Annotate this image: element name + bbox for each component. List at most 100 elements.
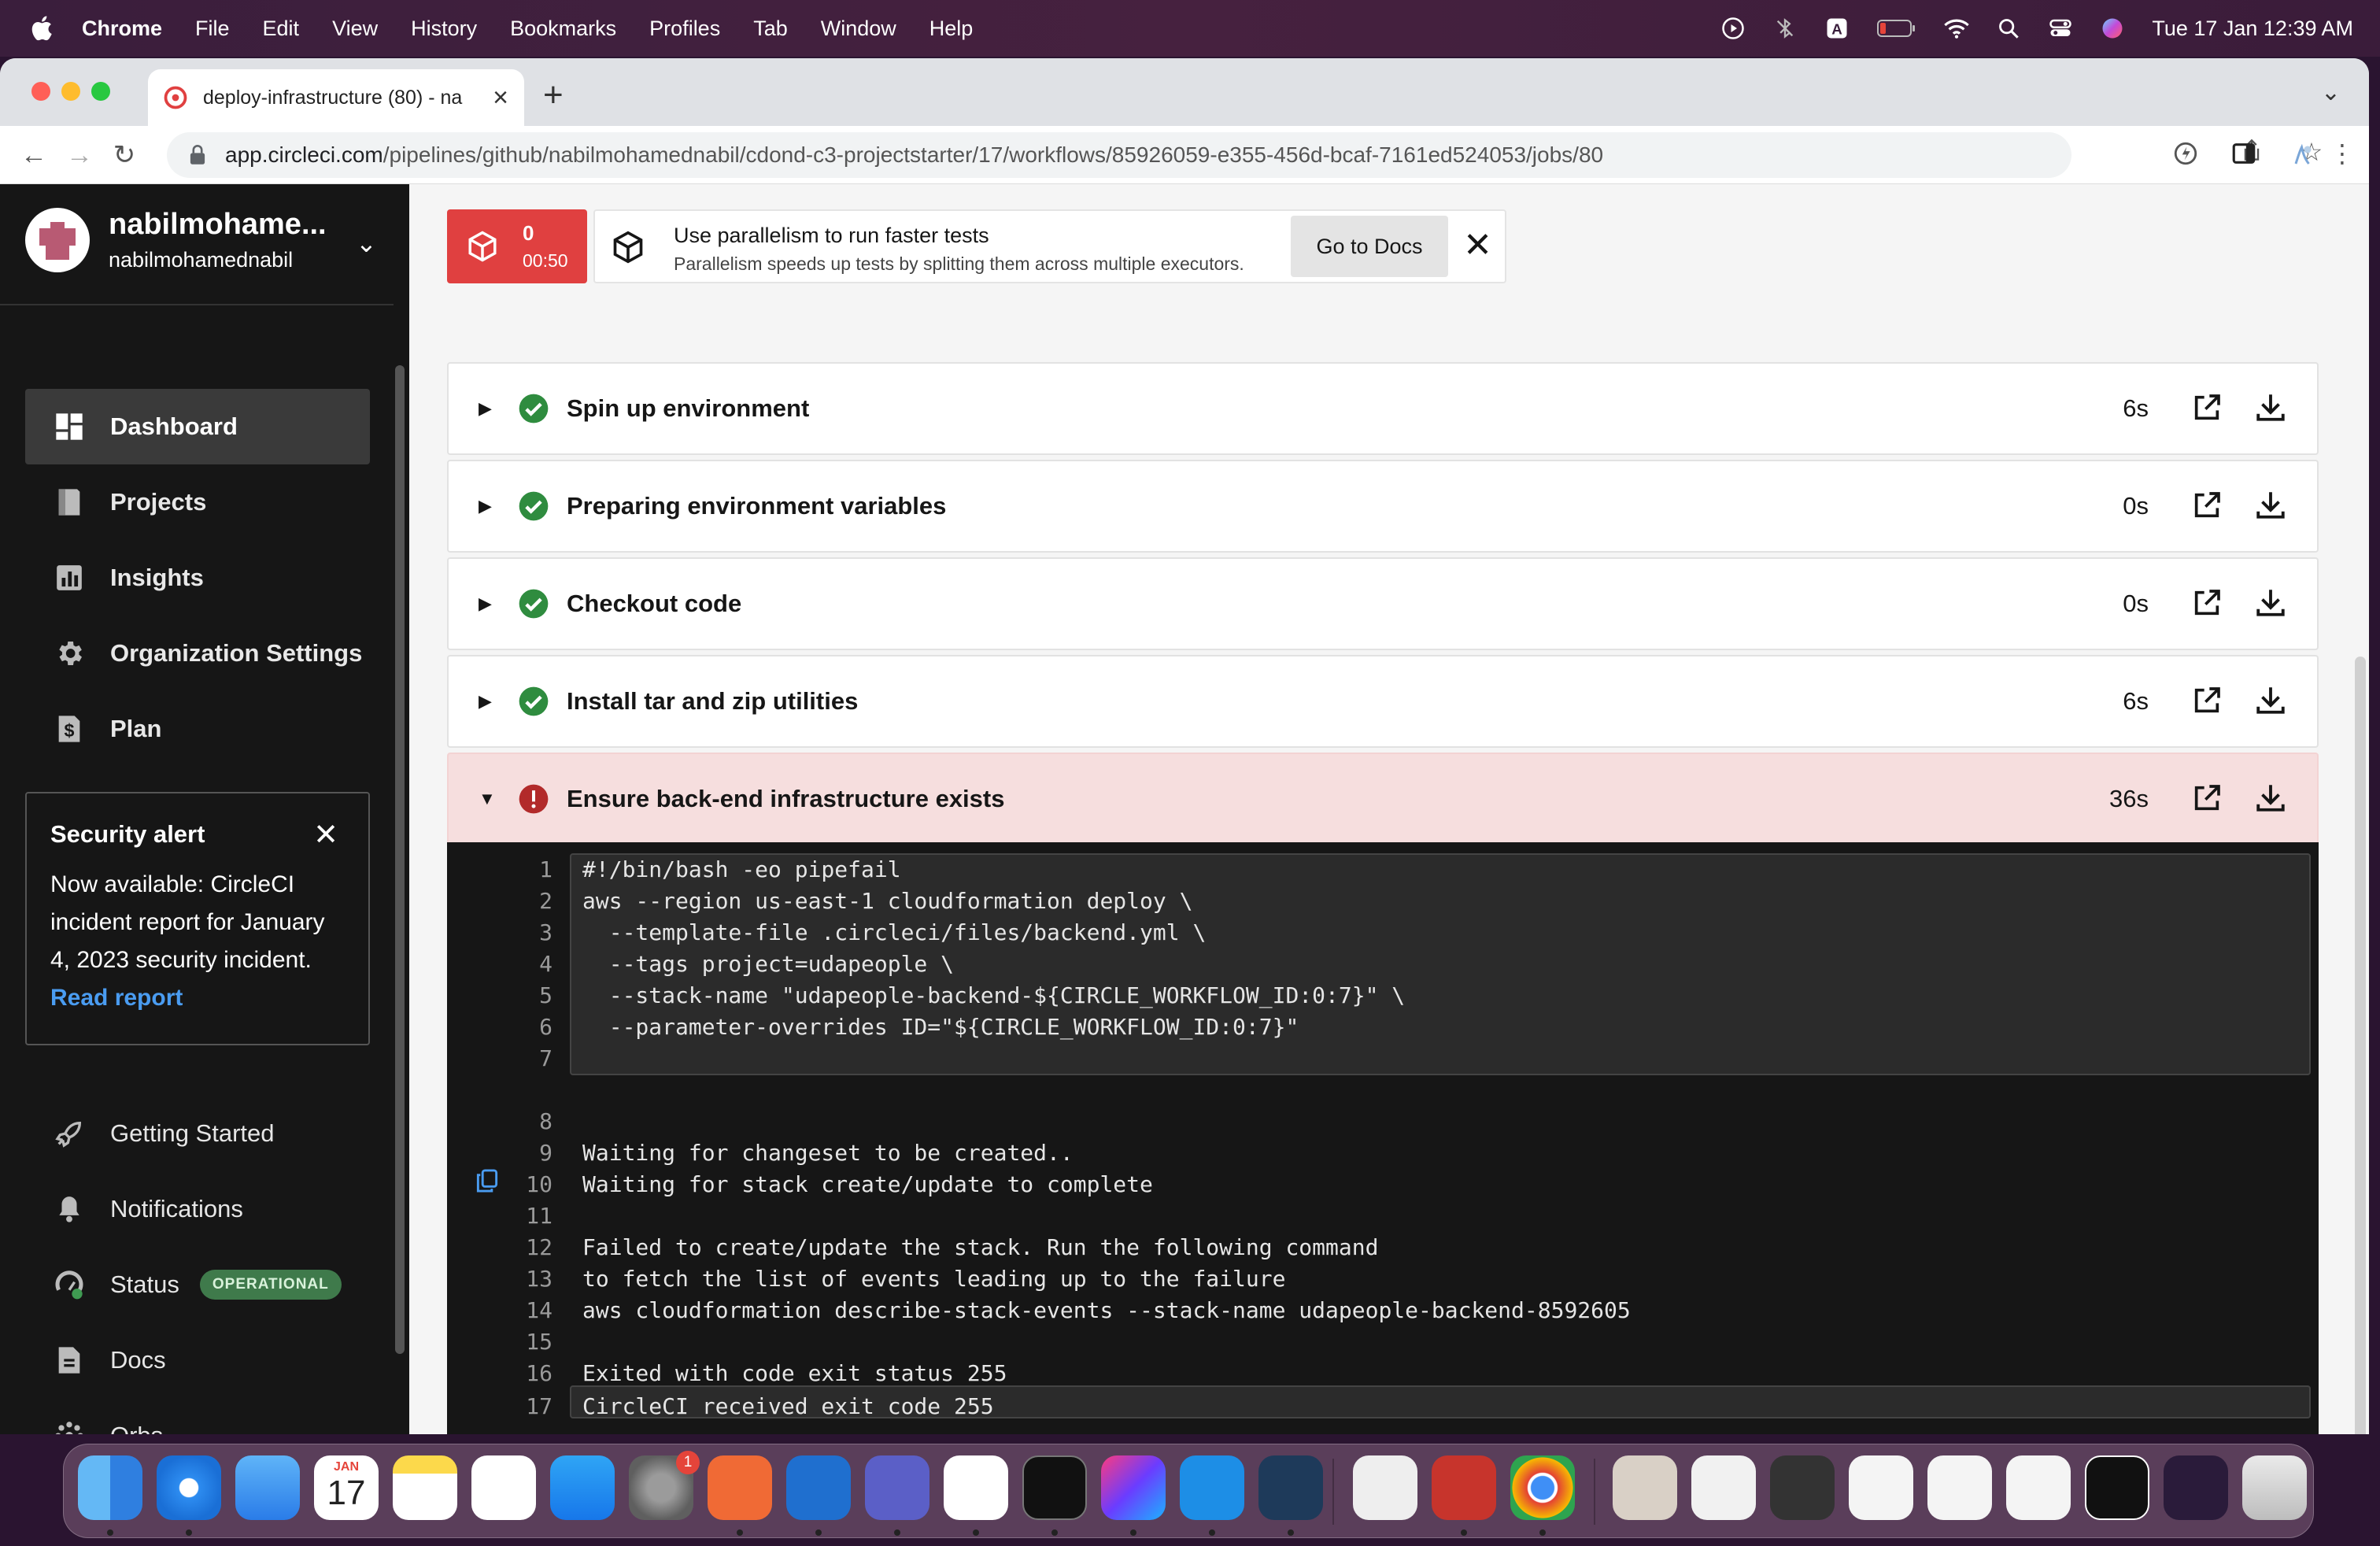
sidebar-item-orbs[interactable]: Orbs [25,1398,370,1434]
safari-icon[interactable] [157,1455,221,1520]
teams-icon[interactable] [865,1455,929,1520]
org-switcher[interactable]: nabilmohame... nabilmohamednabil [25,208,327,272]
step-output-console[interactable]: 1 #!/bin/bash -eo pipefail 2 aws --region … [447,842,2319,1434]
read-report-link[interactable]: Read report [50,985,183,1011]
postman-icon[interactable] [708,1455,772,1520]
minimize-window-button[interactable] [61,82,80,101]
sidebar-item-organization-settings[interactable]: Organization Settings [25,616,370,691]
sidebar-item-dashboard[interactable]: Dashboard [25,389,370,464]
chrome-icon[interactable] [1510,1455,1575,1520]
parallelism-indicator[interactable]: 0 00:50 [447,209,587,283]
notes-icon[interactable] [393,1455,457,1520]
step-checkout-code[interactable]: ▶ Checkout code 0s [447,557,2319,650]
download-icon[interactable] [2254,488,2287,521]
mysql-workbench-icon[interactable] [1258,1455,1323,1520]
menu-file[interactable]: File [195,17,230,41]
download-icon[interactable] [2254,586,2287,619]
tab-deploy-infrastructure[interactable]: deploy-infrastructure (80) - na × [148,69,524,126]
menu-history[interactable]: History [411,17,477,41]
main-scrollbar[interactable] [2355,656,2366,1434]
wifi-icon[interactable] [1944,16,1970,41]
tab-search-chevron-icon[interactable]: ⌄ [2321,79,2341,106]
bluetooth-off-icon[interactable] [1772,16,1798,41]
app-store-icon[interactable] [550,1455,615,1520]
textedit-icon[interactable] [1353,1455,1417,1520]
java-icon[interactable] [1613,1455,1677,1520]
sidebar-item-plan[interactable]: $ Plan [25,691,370,767]
document-thumbnail[interactable] [2006,1455,2071,1520]
external-link-icon[interactable] [2191,782,2223,814]
menu-view[interactable]: View [332,17,378,41]
menu-bookmarks[interactable]: Bookmarks [510,17,616,41]
siri-icon[interactable] [2100,16,2125,41]
menu-chrome[interactable]: Chrome [82,17,162,41]
play-icon[interactable] [1720,16,1746,41]
expand-arrow-icon[interactable]: ▶ [479,691,497,712]
close-tab-icon[interactable]: × [493,83,508,113]
new-tab-button[interactable]: + [543,76,564,115]
download-icon[interactable] [2254,390,2287,423]
document-thumbnail[interactable] [1927,1455,1992,1520]
sidebar-scrollbar[interactable] [395,365,405,1354]
spotlight-search-icon[interactable] [1996,16,2021,41]
calendar-icon[interactable]: JAN 17 [314,1455,379,1520]
sidebar-item-docs[interactable]: Docs [25,1322,370,1398]
apple-icon[interactable] [27,13,58,44]
step-preparing-environment-variables[interactable]: ▶ Preparing environment variables 0s [447,460,2319,553]
document-thumbnail[interactable] [2085,1455,2149,1520]
back-button[interactable]: ← [20,142,47,168]
document-thumbnail[interactable] [1691,1455,1756,1520]
menu-edit[interactable]: Edit [263,17,300,41]
close-icon[interactable]: ✕ [313,817,338,853]
reload-button[interactable]: ↻ [112,142,137,168]
battery-icon[interactable] [1876,16,1917,41]
document-thumbnail[interactable] [1849,1455,1913,1520]
address-bar[interactable]: app.circleci.com/pipelines/github/nabilm… [167,132,2071,178]
menu-profiles[interactable]: Profiles [649,17,720,41]
chrome-menu-icon[interactable]: ⋮ [2330,139,2355,168]
download-icon[interactable] [2254,683,2287,716]
expand-arrow-icon[interactable]: ▶ [479,398,497,419]
mail-icon[interactable] [235,1455,300,1520]
control-center-icon[interactable] [2048,16,2073,41]
lock-icon[interactable] [189,145,206,165]
pages-icon[interactable] [471,1455,536,1520]
zoom-window-button[interactable] [91,82,110,101]
intellij-icon[interactable] [1101,1455,1166,1520]
expand-arrow-icon[interactable]: ▶ [479,496,497,516]
sidebar-item-insights[interactable]: Insights [25,540,370,616]
external-link-icon[interactable] [2191,685,2223,716]
external-link-icon[interactable] [2191,490,2223,521]
expand-arrow-icon[interactable]: ▶ [479,594,497,614]
step-spin-up-environment[interactable]: ▶ Spin up environment 6s [447,362,2319,455]
redis-icon[interactable] [1432,1455,1496,1520]
finder-icon[interactable] [78,1455,142,1520]
document-thumbnail[interactable] [2164,1455,2228,1520]
close-window-button[interactable] [31,82,50,101]
menubar-clock[interactable]: Tue 17 Jan 12:39 AM [2152,17,2353,41]
input-source-icon[interactable]: A [1824,16,1850,41]
sidebar-item-status[interactable]: Status OPERATIONAL [25,1247,370,1322]
external-link-icon[interactable] [2191,587,2223,619]
docker-icon[interactable] [1180,1455,1244,1520]
outlook-icon[interactable] [786,1455,851,1520]
menu-help[interactable]: Help [929,17,974,41]
step-install-tar-and-zip-utilities[interactable]: ▶ Install tar and zip utilities 6s [447,655,2319,748]
side-panel-icon[interactable] [2230,140,2257,172]
sidebar-item-getting-started[interactable]: Getting Started [25,1096,370,1171]
slack-icon[interactable] [944,1455,1008,1520]
document-thumbnail[interactable] [1770,1455,1835,1520]
trash-icon[interactable] [2242,1455,2307,1520]
extension-icon[interactable] [2172,140,2199,172]
sidebar-item-notifications[interactable]: Notifications [25,1171,370,1247]
external-link-icon[interactable] [2191,392,2223,423]
menu-window[interactable]: Window [821,17,896,41]
step-ensure-back-end-infrastructure-exists[interactable]: ▼ Ensure back-end infrastructure exists … [447,753,2319,845]
terminal-icon[interactable] [1022,1455,1087,1520]
go-to-docs-button[interactable]: Go to Docs [1291,216,1448,277]
chevron-down-icon[interactable]: ⌄ [356,228,377,258]
sidebar-item-projects[interactable]: Projects [25,464,370,540]
close-icon[interactable]: ✕ [1463,225,1492,265]
download-icon[interactable] [2254,781,2287,814]
profile-icon[interactable] [2289,140,2317,172]
